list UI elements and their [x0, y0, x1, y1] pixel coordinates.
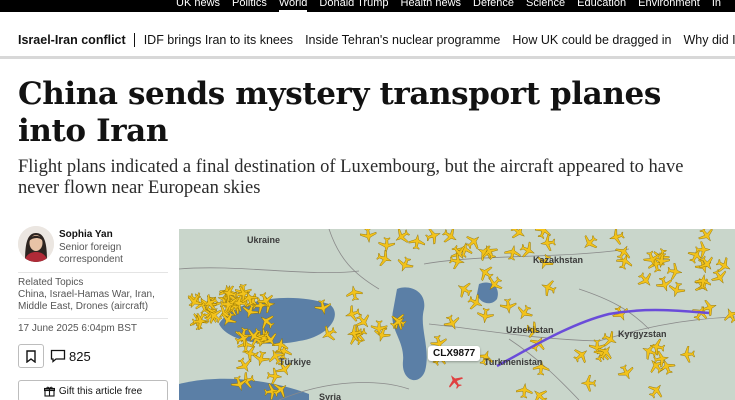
- sidebar-divider: [18, 272, 168, 273]
- nav-item-health-news[interactable]: Health news: [401, 0, 462, 12]
- nav-item-education[interactable]: Education: [577, 0, 626, 12]
- section-divider: [133, 33, 135, 47]
- section-link[interactable]: IDF brings Iran to its knees: [144, 33, 293, 47]
- nav-item-science[interactable]: Science: [526, 0, 565, 12]
- article-standfirst: Flight plans indicated a final destinati…: [18, 157, 684, 198]
- map-graphic: [179, 229, 735, 400]
- map-label-ukraine: Ukraine: [247, 235, 281, 245]
- map-label-kazakhstan: Kazakhstan: [533, 255, 584, 265]
- nav-item-uk-news[interactable]: UK news: [176, 0, 220, 12]
- nav-item-more[interactable]: In: [712, 0, 721, 12]
- related-topics-list[interactable]: China, Israel-Hamas War, Iran, Middle Ea…: [18, 289, 168, 313]
- section-nav: Israel-Iran conflict IDF brings Iran to …: [0, 12, 735, 59]
- nav-item-donald-trump[interactable]: Donald Trump: [319, 0, 388, 12]
- author-block[interactable]: Sophia Yan Senior foreign correspondent: [18, 226, 168, 268]
- map-label-syria: Syria: [319, 392, 342, 400]
- map-label-turkmenistan: Turkmenistan: [484, 357, 543, 367]
- gift-article-button[interactable]: Gift this article free: [18, 380, 168, 400]
- section-link[interactable]: Inside Tehran's nuclear programme: [305, 33, 500, 47]
- author-name[interactable]: Sophia Yan: [59, 229, 113, 240]
- publish-date: 17 June 2025 6:04pm BST: [18, 323, 137, 334]
- nav-item-world[interactable]: World: [278, 0, 308, 12]
- comment-icon: [50, 349, 66, 363]
- map-label-kyrgyzstan: Kyrgyzstan: [618, 329, 667, 339]
- nav-item-environment[interactable]: Environment: [638, 0, 700, 12]
- gift-icon: [43, 386, 55, 397]
- bookmark-icon: [26, 349, 36, 363]
- map-label-turkiye: Türkiye: [279, 357, 312, 367]
- map-label-uzbekistan: Uzbekistan: [506, 325, 554, 335]
- author-avatar[interactable]: [18, 226, 54, 262]
- bookmark-button[interactable]: [18, 344, 44, 368]
- flight-callsign-tag: CLX9877: [428, 346, 481, 361]
- flight-tracker-map: Ukraine Kazakhstan Uzbekistan Kyrgyzstan…: [179, 229, 735, 400]
- section-link[interactable]: How UK could be dragged in: [512, 33, 671, 47]
- author-role: Senior foreign correspondent: [59, 242, 123, 265]
- comments-button[interactable]: 825: [50, 344, 91, 368]
- related-topics-title: Related Topics: [18, 277, 84, 288]
- article-headline: China sends mystery transport planes int…: [18, 76, 661, 149]
- nav-item-defence[interactable]: Defence: [473, 0, 514, 12]
- section-link[interactable]: Why did Israel atta: [684, 33, 735, 47]
- gift-article-label: Gift this article free: [58, 385, 143, 397]
- section-title[interactable]: Israel-Iran conflict: [18, 33, 126, 47]
- top-nav: UK news Politics World Donald Trump Heal…: [0, 0, 735, 12]
- nav-item-politics[interactable]: Politics: [232, 0, 267, 12]
- comment-count: 825: [69, 348, 91, 364]
- sidebar-divider: [18, 318, 168, 319]
